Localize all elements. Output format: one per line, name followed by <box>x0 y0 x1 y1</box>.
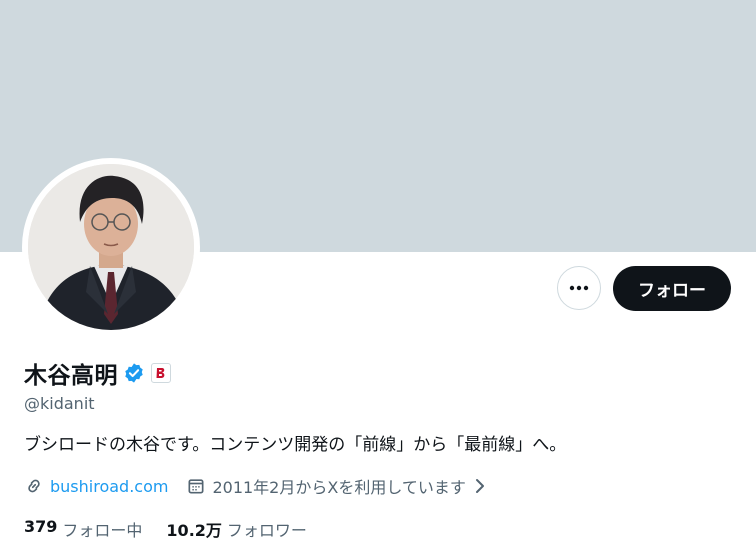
bushiroad-logo-icon[interactable] <box>151 363 171 383</box>
follow-stats: 379 フォロー中 10.2万 フォロワー <box>24 517 307 541</box>
calendar-icon <box>186 476 206 496</box>
following-label: フォロー中 <box>62 521 143 540</box>
name-row: 木谷高明 <box>24 356 171 390</box>
verified-badge-icon[interactable] <box>123 362 145 384</box>
followers-stat[interactable]: 10.2万 フォロワー <box>166 517 307 541</box>
avatar[interactable] <box>28 164 194 330</box>
handle: @kidanit <box>24 394 95 413</box>
follow-button[interactable]: フォロー <box>613 266 731 311</box>
follow-button-label: フォロー <box>638 281 706 301</box>
link-icon <box>24 476 44 496</box>
profile-meta: bushiroad.com 2011年2月からXを利用しています <box>24 474 486 498</box>
bio: ブシロードの木谷です。コンテンツ開発の「前線」から「最前線」へ。 <box>24 435 567 455</box>
chevron-right-icon <box>474 478 486 494</box>
following-count: 379 <box>24 517 58 536</box>
display-name: 木谷高明 <box>24 363 118 389</box>
joined-date: 2011年2月からXを利用しています <box>212 478 466 497</box>
joined-info[interactable]: 2011年2月からXを利用しています <box>186 474 485 498</box>
avatar-photo <box>28 164 194 330</box>
followers-label: フォロワー <box>226 521 307 540</box>
website-link[interactable]: bushiroad.com <box>50 477 168 496</box>
more-button[interactable] <box>557 266 601 310</box>
more-dots-icon <box>569 285 589 291</box>
following-stat[interactable]: 379 フォロー中 <box>24 517 142 541</box>
followers-count: 10.2万 <box>166 521 222 540</box>
